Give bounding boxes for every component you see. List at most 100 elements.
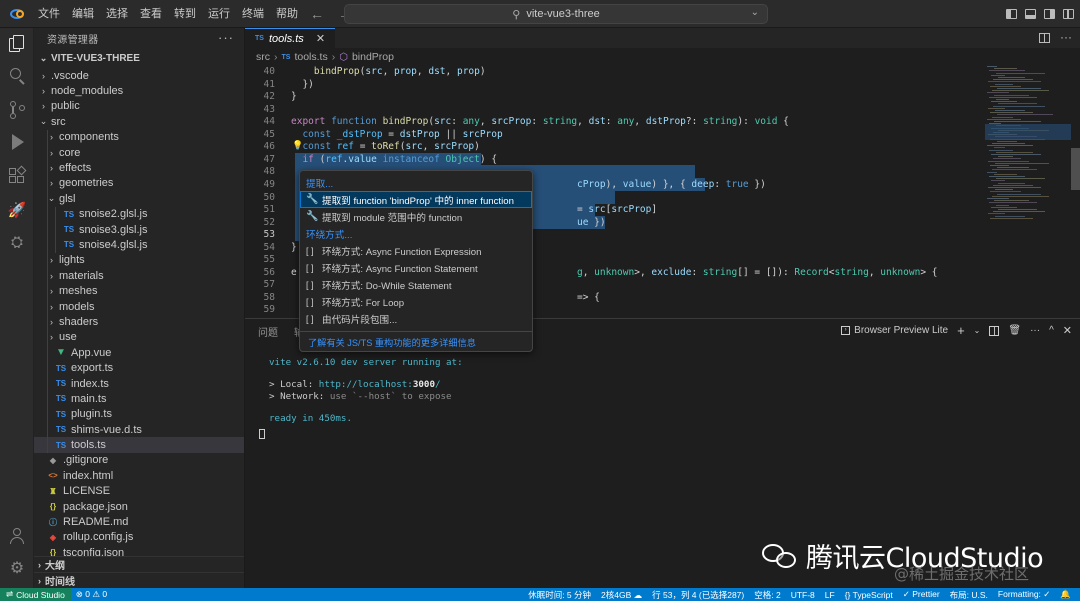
tree-folder[interactable]: › core xyxy=(34,144,244,161)
workspace-root[interactable]: ⌄ VITE-VUE3-THREE xyxy=(34,48,244,68)
back-arrow-icon[interactable]: ← xyxy=(310,6,324,22)
menu-learn-more-link[interactable]: 了解有关 JS/TS 重构功能的更多详细信息 xyxy=(300,331,532,351)
status-item[interactable]: ✓ Prettier xyxy=(898,589,945,600)
code-line[interactable]: export function bindProp(src: any, srcPr… xyxy=(291,116,789,127)
code-line[interactable]: } xyxy=(291,91,297,102)
search-icon[interactable] xyxy=(7,66,27,86)
tree-file[interactable]: {} package.json xyxy=(34,499,244,514)
tree-file[interactable]: ▼ App.vue xyxy=(34,345,244,361)
menu-item[interactable]: 文件 xyxy=(32,0,66,28)
extensions-icon[interactable] xyxy=(7,165,27,186)
status-item[interactable]: 🔔 xyxy=(1055,589,1076,600)
breadcrumb-symbol[interactable]: bindProp xyxy=(352,51,394,63)
tree-folder[interactable]: › .vscode xyxy=(34,68,244,83)
terminal-output[interactable]: vite v2.6.10 dev server running at: > Lo… xyxy=(269,357,463,424)
menu-item[interactable]: 转到 xyxy=(168,0,202,28)
breadcrumb-folder[interactable]: src xyxy=(256,51,270,63)
code-line[interactable]: bindProp(src, prop, dst, prop) xyxy=(291,66,486,77)
toggle-sidebar-icon[interactable] xyxy=(1006,9,1017,19)
outline-section[interactable]: › 大纲 xyxy=(34,556,244,572)
minimap[interactable] xyxy=(985,66,1071,318)
tree-file[interactable]: <> index.html xyxy=(34,468,244,483)
tree-folder[interactable]: › node_modules xyxy=(34,83,244,98)
status-item[interactable]: LF xyxy=(820,590,840,600)
chevron-down-icon[interactable]: ⌄ xyxy=(751,7,759,18)
tree-file[interactable]: TS tools.ts xyxy=(34,437,244,453)
close-icon[interactable]: ✕ xyxy=(316,32,325,45)
lightbulb-icon[interactable]: 💡 xyxy=(292,141,303,151)
tree-folder[interactable]: ⌄ glsl xyxy=(34,191,244,207)
run-debug-icon[interactable] xyxy=(7,132,27,152)
remote-indicator[interactable]: ⇌ Cloud Studio xyxy=(0,588,71,601)
menu-item-extract-inner-function[interactable]: 🔧 提取到 function 'bindProp' 中的 inner funct… xyxy=(300,191,532,208)
status-item[interactable]: UTF-8 xyxy=(786,590,820,600)
menu-item[interactable]: 终端 xyxy=(236,0,270,28)
status-item[interactable]: 布局: U.S. xyxy=(945,589,993,601)
code-line[interactable]: } xyxy=(291,242,297,253)
tree-folder[interactable]: › shaders xyxy=(34,314,244,330)
menu-item[interactable]: 查看 xyxy=(134,0,168,28)
maximize-panel-icon[interactable]: ^ xyxy=(1049,325,1054,336)
tree-file[interactable]: ⓘ README.md xyxy=(34,514,244,529)
editor-scrollbar[interactable] xyxy=(1071,148,1080,190)
menu-item[interactable]: 帮助 xyxy=(270,0,304,28)
tree-file[interactable]: ♜ LICENSE xyxy=(34,484,244,499)
tree-file[interactable]: TS snoise3.glsl.js xyxy=(34,221,244,238)
tree-folder[interactable]: › use xyxy=(34,329,244,346)
gear-icon[interactable]: ⚙ xyxy=(7,558,27,578)
tree-folder[interactable]: › geometries xyxy=(34,175,244,192)
tree-file[interactable]: TS export.ts xyxy=(34,360,244,376)
tree-file[interactable]: TS index.ts xyxy=(34,375,244,392)
toggle-panel-icon[interactable] xyxy=(1025,9,1036,19)
status-item[interactable]: 休眠时间: 5 分钟 xyxy=(523,589,596,601)
menu-item-surround-for-loop[interactable]: [ ] 环绕方式: For Loop xyxy=(300,293,532,310)
tree-folder[interactable]: ⌄ src xyxy=(34,114,244,129)
tree-folder[interactable]: › models xyxy=(34,298,244,315)
tree-folder[interactable]: › effects xyxy=(34,160,244,176)
terminal-selector[interactable]: › Browser Preview Lite xyxy=(841,325,948,336)
tree-folder[interactable]: › public xyxy=(34,99,244,114)
source-control-icon[interactable] xyxy=(7,100,27,120)
more-actions-icon[interactable]: ··· xyxy=(218,30,234,45)
customize-layout-icon[interactable] xyxy=(1063,9,1074,19)
code-line[interactable]: }) xyxy=(291,79,313,90)
code-line[interactable]: if (ref.value instanceof Object) { xyxy=(291,154,497,165)
menu-item-surround-do-while[interactable]: [ ] 环绕方式: Do-While Statement xyxy=(300,276,532,293)
menu-item[interactable]: 运行 xyxy=(202,0,236,28)
cloud-icon[interactable]: ⛭ xyxy=(7,232,27,252)
problems-indicator[interactable]: ⊗ 0 ⚠ 0 xyxy=(71,589,112,600)
add-terminal-icon[interactable]: + xyxy=(957,323,965,338)
explorer-icon[interactable] xyxy=(7,34,27,54)
tree-file[interactable]: TS main.ts xyxy=(34,391,244,407)
menu-item[interactable]: 选择 xyxy=(100,0,134,28)
status-item[interactable]: {} TypeScript xyxy=(840,590,898,600)
status-item[interactable]: 2核4GB ☁ xyxy=(596,589,647,601)
menu-item-extract-module-function[interactable]: 🔧 提取到 module 范围中的 function xyxy=(300,208,532,225)
status-item[interactable]: 空格: 2 xyxy=(749,589,785,601)
menu-item-surround-async-stmt[interactable]: [ ] 环绕方式: Async Function Statement xyxy=(300,259,532,276)
tab-tools-ts[interactable]: TS tools.ts ✕ xyxy=(245,28,335,48)
tree-file[interactable]: TS plugin.ts xyxy=(34,406,244,422)
panel-tab[interactable]: 问题 xyxy=(258,324,278,339)
tree-file[interactable]: ◆ .gitignore xyxy=(34,453,244,468)
chevron-down-icon[interactable]: ⌄ xyxy=(974,326,981,335)
status-item[interactable]: 行 53，列 4 (已选择287) xyxy=(647,589,749,601)
menu-item[interactable]: 编辑 xyxy=(66,0,100,28)
menu-item-surround-snippet[interactable]: [ ] 由代码片段包围... xyxy=(300,310,532,327)
more-actions-icon[interactable]: ··· xyxy=(1030,325,1040,336)
split-terminal-icon[interactable] xyxy=(989,325,1000,336)
rocket-icon[interactable]: 🚀 xyxy=(7,200,27,220)
timeline-section[interactable]: › 时间线 xyxy=(34,572,244,588)
split-editor-icon[interactable] xyxy=(1039,33,1050,43)
toggle-secondary-sidebar-icon[interactable] xyxy=(1044,9,1055,19)
more-actions-icon[interactable]: ··· xyxy=(1060,30,1072,44)
code-line[interactable]: const _dstProp = dstProp || srcProp xyxy=(291,129,502,140)
status-item[interactable]: Formatting: ✓ xyxy=(993,589,1055,600)
breadcrumb-file[interactable]: tools.ts xyxy=(294,51,327,63)
tree-folder[interactable]: › components xyxy=(34,129,244,145)
tree-folder[interactable]: › lights xyxy=(34,252,244,269)
command-center-search[interactable]: ⚲ vite-vue3-three ⌄ xyxy=(344,4,768,24)
close-icon[interactable]: ✕ xyxy=(1063,324,1072,337)
trash-icon[interactable]: 🗑 xyxy=(1008,325,1021,336)
tree-file[interactable]: TS snoise4.glsl.js xyxy=(34,237,244,253)
